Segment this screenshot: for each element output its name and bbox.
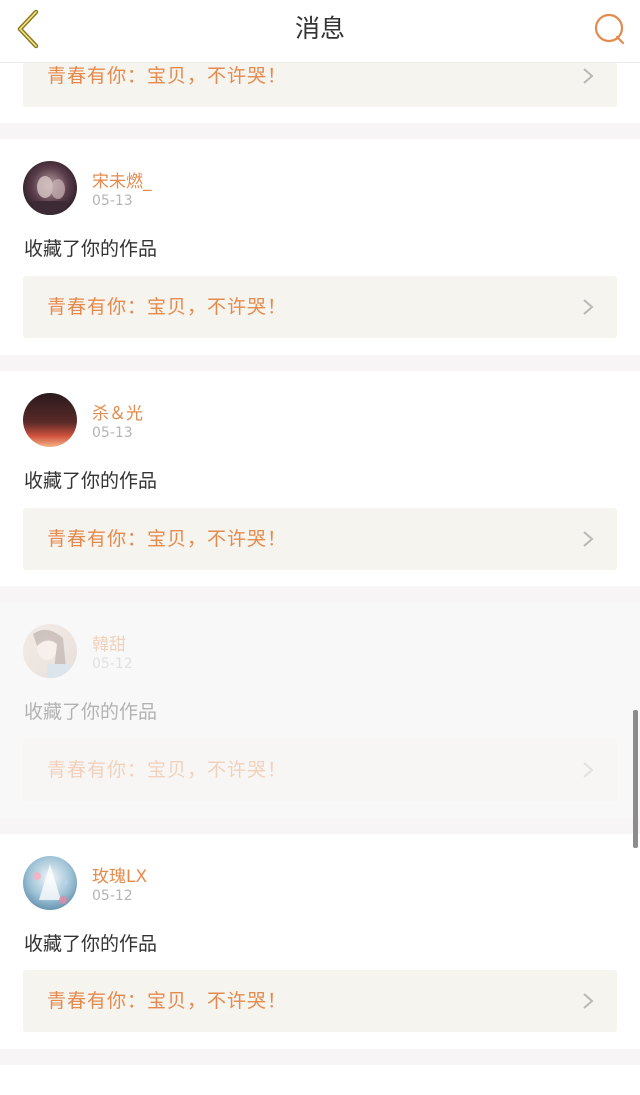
date: 05-13: [92, 193, 133, 209]
work-title: 青春有你：宝贝，不许哭！: [47, 296, 288, 318]
date: 05-12: [92, 888, 133, 904]
chevron-right-icon: [583, 531, 594, 547]
avatar-image: [23, 161, 77, 215]
avatar[interactable]: [23, 393, 77, 447]
action-text: 收藏了你的作品: [24, 238, 158, 260]
avatar-image: [23, 393, 77, 447]
notification-card: 宋未燃_ 05-13 收藏了你的作品 青春有你：宝贝，不许哭！: [0, 139, 640, 355]
username[interactable]: 韓甜: [92, 630, 126, 655]
search-button[interactable]: [589, 10, 629, 50]
chevron-right-icon: [583, 299, 594, 315]
chevron-right-icon: [583, 762, 594, 778]
avatar[interactable]: [23, 161, 77, 215]
messages-page: 青春有你：宝贝，不许哭！ 宋未燃_ 05-13 收藏了你的作品 青春有你：宝贝，…: [0, 0, 640, 1095]
notification-card: 杀＆光 05-13 收藏了你的作品 青春有你：宝贝，不许哭！: [0, 371, 640, 586]
chevron-right-icon: [583, 68, 594, 84]
work-link[interactable]: 青春有你：宝贝，不许哭！: [23, 739, 617, 801]
avatar-image: [23, 624, 77, 678]
avatar[interactable]: [23, 856, 77, 910]
card-content: 韓甜 05-12 收藏了你的作品 青春有你：宝贝，不许哭！: [0, 602, 640, 818]
work-link[interactable]: 青春有你：宝贝，不许哭！: [23, 508, 617, 570]
work-title: 青春有你：宝贝，不许哭！: [47, 990, 288, 1012]
notification-card: 玫瑰LX 05-12 收藏了你的作品 青春有你：宝贝，不许哭！: [0, 834, 640, 1049]
username[interactable]: 玫瑰LX: [92, 862, 147, 887]
scrollbar[interactable]: [633, 710, 638, 848]
action-text: 收藏了你的作品: [24, 470, 158, 492]
avatar[interactable]: [23, 624, 77, 678]
action-text: 收藏了你的作品: [24, 701, 158, 723]
top-navbar: 消息: [0, 0, 640, 63]
username[interactable]: 杀＆光: [92, 399, 143, 424]
notification-card: 韓甜 05-12 收藏了你的作品 青春有你：宝贝，不许哭！: [0, 602, 640, 818]
date: 05-13: [92, 425, 133, 441]
work-title: 青春有你：宝贝，不许哭！: [47, 759, 288, 781]
date: 05-12: [92, 656, 133, 672]
page-title: 消息: [294, 14, 345, 43]
work-link[interactable]: 青春有你：宝贝，不许哭！: [23, 970, 617, 1032]
work-title: 青春有你：宝贝，不许哭！: [47, 528, 288, 550]
chevron-right-icon: [583, 993, 594, 1009]
avatar-image: [23, 856, 77, 910]
username[interactable]: 宋未燃_: [92, 167, 152, 192]
notification-card-partial: [0, 1065, 640, 1095]
search-icon: [594, 13, 625, 45]
work-link[interactable]: 青春有你：宝贝，不许哭！: [23, 276, 617, 338]
action-text: 收藏了你的作品: [24, 933, 158, 955]
